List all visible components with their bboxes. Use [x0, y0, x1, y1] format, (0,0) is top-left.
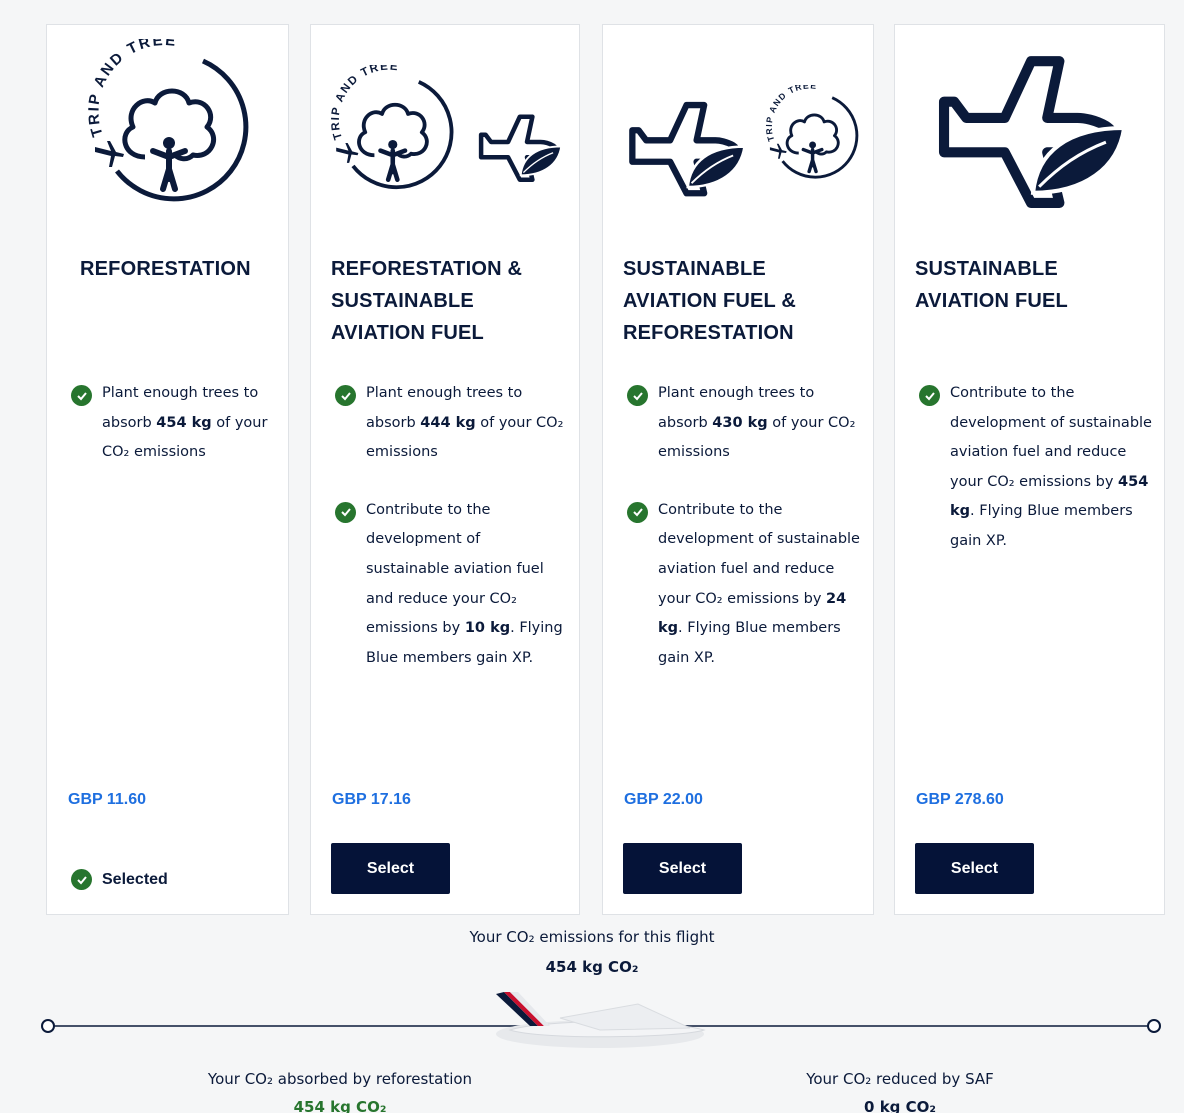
benefit-item: Contribute to the development of sustain…: [627, 496, 861, 674]
check-circle-icon: [71, 385, 92, 406]
absorbed-label: Your CO₂ absorbed by reforestation: [207, 1070, 473, 1088]
benefit-text: Plant enough trees to absorb 444 kg of y…: [366, 385, 564, 461]
check-circle-icon: [627, 385, 648, 406]
benefit-item: Contribute to the development of sustain…: [919, 379, 1152, 557]
slider-start-handle: [41, 1019, 55, 1033]
offer-illustration: TRIP AND TREE: [603, 39, 873, 229]
trip-and-tree-logo: TRIP AND TREE: [764, 85, 859, 179]
trip-and-tree-logo: TRIP AND TREE: [330, 65, 454, 190]
offer-card-reforestation-saf[interactable]: TRIP AND TREE REFORESTATION & SUSTAINABL…: [310, 24, 580, 915]
benefit-item: Contribute to the development of sustain…: [335, 496, 567, 674]
benefit-text: Contribute to the development of sustain…: [366, 501, 563, 666]
benefit-text: Contribute to the development of sustain…: [658, 501, 860, 666]
plane-leaf-icon: [629, 101, 746, 197]
reduced-label: Your CO₂ reduced by SAF: [806, 1070, 994, 1088]
benefit-text: Contribute to the development of sustain…: [950, 385, 1152, 549]
benefit-item: Plant enough trees to absorb 430 kg of y…: [627, 379, 861, 468]
offer-card-saf-reforestation[interactable]: TRIP AND TREE SUSTAINABLE AVIATION FUEL …: [602, 24, 874, 915]
plane-leaf-icon: [478, 114, 563, 182]
offer-card-saf[interactable]: SUSTAINABLE AVIATION FUEL Contribute to …: [894, 24, 1165, 915]
offer-benefits: Plant enough trees to absorb 454 kg of y…: [71, 379, 276, 496]
emissions-value: 454 kg CO₂: [545, 958, 639, 976]
select-button[interactable]: Select: [623, 843, 742, 894]
check-circle-icon: [71, 869, 92, 890]
check-circle-icon: [627, 501, 648, 523]
emissions-label: Your CO₂ emissions for this flight: [469, 928, 715, 946]
offer-price: GBP 17.16: [332, 791, 411, 808]
select-button[interactable]: Select: [915, 843, 1034, 894]
offer-card-reforestation[interactable]: TRIP AND TREE REFORESTATION Plant enough…: [46, 24, 289, 915]
offer-title: SUSTAINABLE AVIATION FUEL & REFORESTATIO…: [623, 258, 796, 344]
offer-illustration: TRIP AND TREE: [47, 39, 288, 229]
compensation-offers: TRIP AND TREE REFORESTATION Plant enough…: [0, 0, 1184, 1113]
check-circle-icon: [335, 501, 356, 523]
offer-benefits: Plant enough trees to absorb 444 kg of y…: [335, 379, 567, 701]
offer-illustration: TRIP AND TREE: [311, 39, 579, 229]
offer-title: REFORESTATION: [80, 258, 251, 280]
offer-price: GBP 22.00: [624, 791, 703, 808]
absorbed-value: 454 kg CO₂: [293, 1098, 387, 1113]
selected-label: Selected: [102, 870, 168, 888]
reduced-value: 0 kg CO₂: [864, 1098, 936, 1113]
emissions-slider[interactable]: [40, 990, 1164, 1060]
offer-illustration: [895, 39, 1164, 229]
benefit-item: Plant enough trees to absorb 444 kg of y…: [335, 379, 567, 468]
trip-and-tree-logo: TRIP AND TREE: [85, 39, 249, 202]
benefit-text: Plant enough trees to absorb 430 kg of y…: [658, 385, 856, 461]
offer-benefits: Plant enough trees to absorb 430 kg of y…: [627, 379, 861, 701]
offer-title: REFORESTATION & SUSTAINABLE AVIATION FUE…: [331, 258, 523, 344]
offer-title: SUSTAINABLE AVIATION FUEL: [915, 258, 1068, 312]
check-circle-icon: [919, 385, 940, 406]
benefit-text: Plant enough trees to absorb 454 kg of y…: [102, 385, 268, 461]
airplane-icon: [496, 992, 706, 1048]
offer-benefits: Contribute to the development of sustain…: [919, 379, 1152, 585]
offer-price: GBP 11.60: [68, 791, 146, 808]
select-button[interactable]: Select: [331, 843, 450, 894]
check-circle-icon: [335, 385, 356, 406]
plane-leaf-icon: [938, 56, 1127, 208]
slider-end-handle: [1147, 1019, 1161, 1033]
offer-price: GBP 278.60: [916, 791, 1004, 808]
selected-indicator: Selected: [71, 869, 168, 890]
benefit-item: Plant enough trees to absorb 454 kg of y…: [71, 379, 276, 468]
